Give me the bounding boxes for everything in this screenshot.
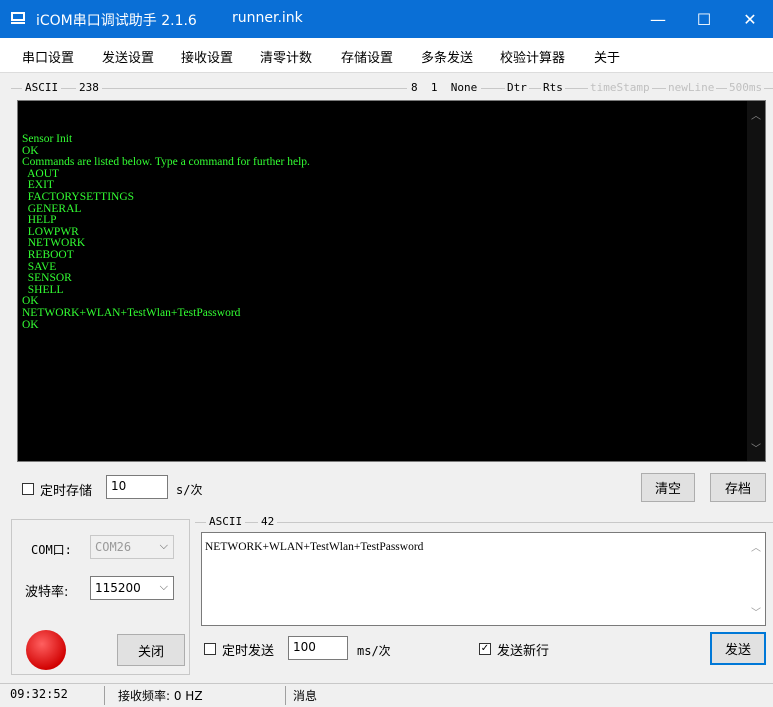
timed-save-checkbox[interactable] bbox=[22, 483, 34, 495]
menu-receive-settings[interactable]: 接收设置 bbox=[181, 47, 233, 66]
minimize-button[interactable]: — bbox=[635, 0, 681, 38]
menu-about[interactable]: 关于 bbox=[594, 47, 620, 66]
scroll-down-icon[interactable]: ﹀ bbox=[747, 440, 765, 455]
status-time: 09:32:52 bbox=[10, 687, 68, 701]
send-text: NETWORK+WLAN+TestWlan+TestPassword bbox=[205, 541, 424, 553]
menu-multi-send[interactable]: 多条发送 bbox=[421, 47, 473, 66]
window-subtitle: runner.ink bbox=[232, 10, 303, 26]
status-bar: 09:32:52 接收频率: 0 HZ 消息 bbox=[0, 683, 773, 707]
timed-send-input[interactable]: 100 bbox=[288, 636, 348, 660]
close-window-button[interactable]: ✕ bbox=[727, 0, 773, 38]
window-title: iCOM串口调试助手 2.1.6 bbox=[36, 13, 197, 29]
status-message: 消息 bbox=[293, 689, 318, 703]
timestamp-flag[interactable]: timeStamp bbox=[588, 81, 652, 94]
timed-send-label: 定时发送 bbox=[222, 644, 275, 659]
app-icon bbox=[11, 12, 25, 24]
send-button[interactable]: 发送 bbox=[710, 632, 766, 665]
interval-flag[interactable]: 500ms bbox=[727, 81, 765, 94]
status-receive-frequency: 接收频率: 0 HZ bbox=[118, 689, 203, 703]
chevron-down-icon: ⌵ bbox=[159, 539, 168, 552]
databits-value: 8 bbox=[411, 81, 418, 94]
clear-button[interactable]: 清空 bbox=[641, 473, 695, 502]
close-port-button[interactable]: 关闭 bbox=[117, 634, 185, 666]
timed-save-label: 定时存储 bbox=[40, 484, 93, 499]
title-bar: iCOM串口调试助手 2.1.6 runner.ink — ☐ ✕ bbox=[0, 0, 773, 38]
send-count: 42 bbox=[258, 515, 278, 528]
receive-port-params: 8 1 None bbox=[407, 81, 482, 94]
timed-send-unit: ms/次 bbox=[357, 644, 391, 658]
receive-scrollbar[interactable]: ︿ ﹀ bbox=[747, 101, 765, 461]
timed-send-checkbox[interactable] bbox=[204, 643, 216, 655]
status-divider bbox=[104, 686, 105, 705]
receive-group-border bbox=[11, 88, 773, 89]
receive-mode-label: ASCII bbox=[22, 81, 62, 94]
send-text-area[interactable]: NETWORK+WLAN+TestWlan+TestPassword ︿ ﹀ bbox=[201, 532, 766, 626]
send-scroll-up-icon[interactable]: ︿ bbox=[751, 539, 761, 554]
chevron-down-icon: ⌵ bbox=[159, 580, 168, 593]
baud-rate-label: 波特率: bbox=[25, 585, 69, 600]
baud-rate-select[interactable]: 115200 ⌵ bbox=[90, 576, 174, 600]
send-group-border bbox=[195, 522, 773, 523]
send-mode-label: ASCII bbox=[206, 515, 246, 528]
receive-terminal[interactable]: Sensor Init OK Commands are listed below… bbox=[17, 100, 766, 462]
send-newline-label: 发送新行 bbox=[497, 644, 550, 659]
receive-count: 238 bbox=[76, 81, 102, 94]
menu-serial-settings[interactable]: 串口设置 bbox=[22, 47, 74, 66]
dtr-flag[interactable]: Dtr bbox=[505, 81, 529, 94]
newline-flag[interactable]: newLine bbox=[666, 81, 717, 94]
send-scroll-down-icon[interactable]: ﹀ bbox=[751, 604, 761, 619]
com-port-value: COM26 bbox=[95, 540, 132, 554]
scroll-up-icon[interactable]: ︿ bbox=[747, 107, 765, 122]
timed-save-input[interactable]: 10 bbox=[106, 475, 168, 499]
port-status-indicator-icon[interactable] bbox=[25, 629, 67, 671]
menu-send-settings[interactable]: 发送设置 bbox=[102, 47, 154, 66]
send-newline-checkbox[interactable]: ✓ bbox=[479, 643, 491, 655]
menu-bar: 串口设置 发送设置 接收设置 清零计数 存储设置 多条发送 校验计算器 关于 bbox=[0, 38, 773, 73]
status-divider bbox=[285, 686, 286, 705]
baud-rate-value: 115200 bbox=[95, 581, 141, 595]
menu-checksum-calculator[interactable]: 校验计算器 bbox=[500, 47, 565, 66]
rts-flag[interactable]: Rts bbox=[541, 81, 565, 94]
menu-storage-settings[interactable]: 存储设置 bbox=[341, 47, 393, 66]
maximize-button[interactable]: ☐ bbox=[681, 0, 727, 38]
com-port-label: COM口: bbox=[31, 543, 72, 557]
com-port-select[interactable]: COM26 ⌵ bbox=[90, 535, 174, 559]
stopbits-value: 1 bbox=[430, 81, 438, 94]
menu-reset-counters[interactable]: 清零计数 bbox=[260, 47, 312, 66]
timed-save-unit: s/次 bbox=[176, 483, 203, 497]
parity-value: None bbox=[450, 81, 478, 94]
save-archive-button[interactable]: 存档 bbox=[710, 473, 766, 502]
receive-text: Sensor Init OK Commands are listed below… bbox=[22, 133, 310, 331]
